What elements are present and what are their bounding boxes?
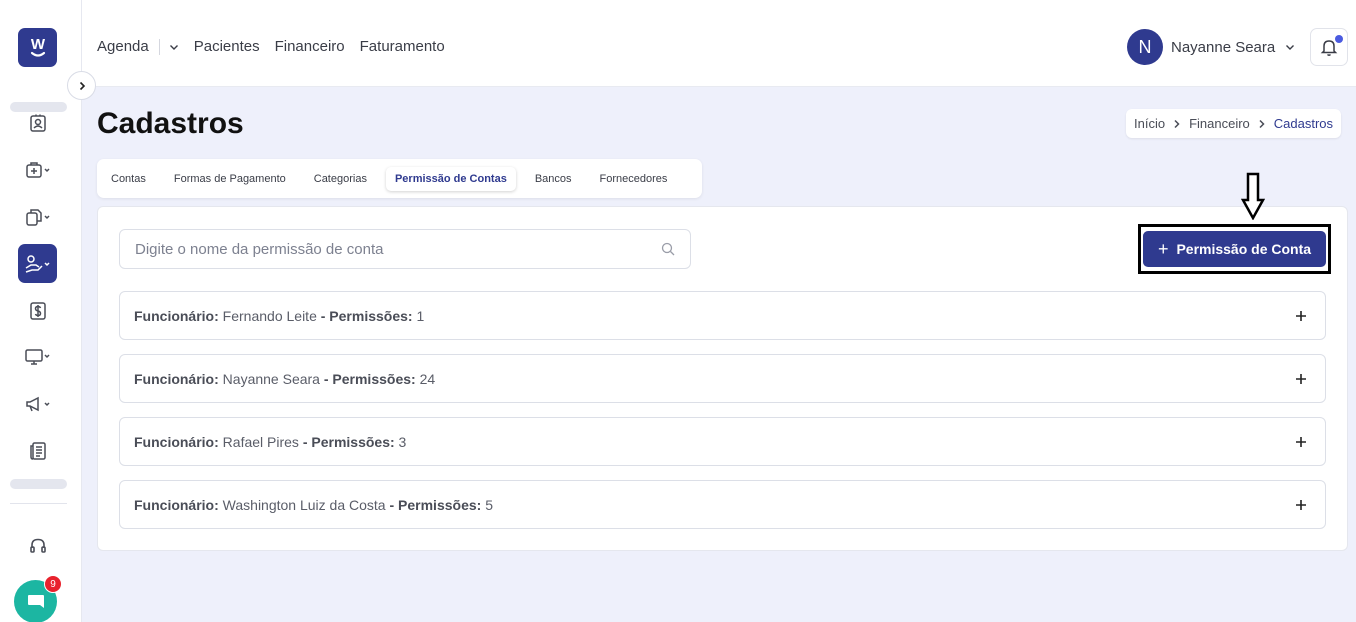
sidebar-item-billing[interactable] (18, 291, 57, 330)
chat-notification-badge: 9 (44, 575, 62, 593)
nav-link-agenda[interactable]: Agenda (97, 38, 149, 55)
user-name: Nayanne Seara (1171, 38, 1276, 56)
sidebar-item-contacts[interactable] (18, 103, 57, 142)
breadcrumb-separator (1173, 119, 1181, 129)
permissions-label: - Permissões: (389, 496, 482, 513)
sidebar-toggle-button[interactable] (67, 71, 96, 100)
permissions-count: 3 (398, 433, 407, 450)
breadcrumb-financeiro[interactable]: Financeiro (1189, 116, 1250, 131)
list-item[interactable]: Funcionário: Rafael Pires - Permissões: … (119, 417, 1326, 466)
nav-link-pacientes[interactable]: Pacientes (194, 38, 260, 55)
breadcrumb: Início Financeiro Cadastros (1126, 109, 1342, 138)
sidebar-item-telemedicine[interactable] (18, 337, 57, 376)
chevron-down-icon (169, 44, 178, 50)
app-logo[interactable]: W (18, 28, 57, 67)
sidebar-item-support[interactable] (18, 526, 57, 565)
plus-icon[interactable] (1291, 306, 1311, 326)
employee-name: Rafael Pires (222, 433, 299, 450)
contact-card-icon (29, 114, 46, 132)
employee-label: Funcionário: (134, 496, 219, 513)
tab-bar: Contas Formas de Pagamento Categorias Pe… (97, 159, 702, 198)
monitor-icon (24, 348, 50, 365)
employee-name: Fernando Leite (222, 307, 317, 324)
dollar-sign-icon (29, 301, 46, 320)
permissions-count: 24 (419, 370, 436, 387)
chevron-right-icon (1174, 119, 1180, 128)
notification-dot (1335, 35, 1343, 43)
sidebar-item-marketing[interactable] (18, 384, 57, 423)
sidebar-item-finance[interactable] (18, 244, 57, 283)
medical-kit-icon (25, 161, 50, 178)
top-navigation: Agenda Pacientes Financeiro Faturamento (97, 38, 460, 55)
tab-contas[interactable]: Contas (102, 167, 155, 191)
add-button-label: Permissão de Conta (1176, 241, 1312, 257)
svg-text:W: W (30, 36, 45, 53)
logo-w-icon: W (30, 36, 45, 57)
down-arrow-annotation-icon (1241, 172, 1265, 220)
documents-icon (25, 208, 50, 226)
list-item[interactable]: Funcionário: Washington Luiz da Costa - … (119, 480, 1326, 529)
employee-label: Funcionário: (134, 370, 219, 387)
hand-coins-icon (25, 254, 50, 273)
user-menu[interactable]: N Nayanne Seara (1127, 29, 1296, 65)
avatar: N (1127, 29, 1163, 65)
add-account-permission-button[interactable]: + Permissão de Conta (1143, 231, 1326, 267)
tab-bancos[interactable]: Bancos (526, 167, 581, 191)
breadcrumb-current: Cadastros (1273, 116, 1334, 131)
nav-link-financeiro[interactable]: Financeiro (275, 38, 345, 55)
megaphone-icon (25, 396, 50, 411)
breadcrumb-home[interactable]: Início (1134, 116, 1165, 131)
chat-bubble-icon (27, 594, 44, 608)
newspaper-icon (29, 441, 46, 460)
plus-icon[interactable] (1291, 369, 1311, 389)
plus-icon[interactable] (1291, 432, 1311, 452)
list-item[interactable]: Funcionário: Fernando Leite - Permissões… (119, 291, 1326, 340)
agenda-dropdown-toggle[interactable] (168, 41, 180, 53)
chevron-down-icon (1286, 45, 1295, 50)
notifications-button[interactable] (1310, 28, 1348, 66)
plus-icon: + (1157, 238, 1169, 259)
nav-separator (158, 38, 160, 55)
chevron-right-icon (79, 81, 85, 90)
nav-link-faturamento[interactable]: Faturamento (360, 38, 445, 55)
search-input[interactable] (135, 240, 661, 258)
permissions-count: 1 (416, 307, 425, 324)
breadcrumb-separator (1258, 119, 1266, 129)
page-title: Cadastros (97, 107, 244, 140)
permissions-label: - Permissões: (320, 307, 413, 324)
permissions-card: + Permissão de Conta Funcionário: Fernan… (97, 172, 1348, 551)
permissions-label: - Permissões: (323, 370, 416, 387)
chevron-right-icon (1259, 119, 1265, 128)
search-icon (661, 242, 675, 256)
sidebar-item-documents[interactable] (18, 197, 57, 236)
employee-label: Funcionário: (134, 433, 219, 450)
headset-icon (29, 538, 46, 553)
top-bar: Agenda Pacientes Financeiro Faturamento … (82, 0, 1356, 87)
employee-name: Nayanne Seara (222, 370, 320, 387)
user-menu-chevron (1284, 41, 1296, 53)
scroll-indicator-bottom (10, 479, 67, 489)
tab-formas-de-pagamento[interactable]: Formas de Pagamento (165, 167, 295, 191)
permissions-label: - Permissões: (302, 433, 395, 450)
tab-permissao-de-contas[interactable]: Permissão de Contas (385, 166, 516, 191)
tab-categorias[interactable]: Categorias (305, 167, 376, 191)
tab-fornecedores[interactable]: Fornecedores (591, 167, 677, 191)
sidebar-item-medical[interactable] (18, 150, 57, 189)
sidebar-item-reports[interactable] (18, 431, 57, 470)
employee-name: Washington Luiz da Costa (222, 496, 386, 513)
employee-label: Funcionário: (134, 307, 219, 324)
search-box (119, 229, 691, 269)
permissions-count: 5 (485, 496, 493, 513)
sidebar-divider (10, 503, 67, 504)
list-item[interactable]: Funcionário: Nayanne Seara - Permissões:… (119, 354, 1326, 403)
plus-icon[interactable] (1291, 495, 1311, 515)
